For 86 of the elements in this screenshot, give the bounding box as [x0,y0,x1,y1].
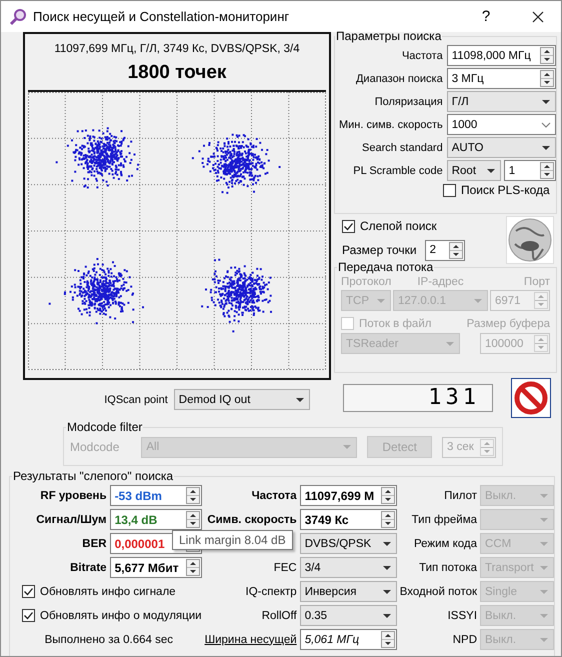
dropdown[interactable]: DVBS/QPSK [300,533,397,554]
dropdown[interactable]: Demod IQ out [174,389,310,410]
spin-box[interactable]: 5,677 Мбит [110,557,202,578]
field-label: Размер точки [342,243,417,258]
field-label: Пилот [443,490,478,502]
spin-box[interactable]: 5,061 МГц [300,629,397,650]
group-title: Параметры поиска [335,29,442,43]
column-label: IP-адрес [417,276,464,288]
field-label: Частота [250,490,297,502]
field-label: Поляризация [374,96,443,108]
spin-box[interactable]: 2 [424,240,465,261]
field-label: Тип фрейма [410,514,478,526]
combo-box[interactable]: 1000 [446,114,556,135]
group-title: Modcode filter [66,420,144,434]
spin-arrows-icon[interactable] [380,510,396,529]
field-label: RF уровень [39,490,107,502]
field-label: Частота [400,50,443,62]
spin-box[interactable]: 3 МГц [446,68,556,89]
checkbox[interactable] [342,220,355,233]
tooltip: Link margin 8.04 dB [172,530,293,550]
field-label: RollOff [260,610,297,622]
field-label: Тип потока [418,562,478,574]
field-label: ISSYI [446,610,478,622]
field-label: Режим кода [412,538,478,550]
checkbox[interactable] [442,184,456,196]
spin-box[interactable]: -53 dBm [110,485,202,506]
field-label: Search standard [361,142,443,154]
constellation-info: 11097,699 МГц, Г/Л, 3749 Кс, DVBS/QPSK, 3/4 [53,42,301,55]
magnifier-icon [10,8,26,25]
close-icon[interactable] [532,10,544,22]
field-label: IQ-спектр [244,586,297,598]
stop-icon [514,381,548,415]
field-value: 13,4 dB [114,512,158,526]
spin-box[interactable]: 11098,000 МГц [446,45,556,66]
spin-box[interactable]: 13,4 dB [110,509,202,530]
counter-display: 131 [343,384,493,412]
spin-arrows-icon[interactable] [538,46,555,65]
field-label: Сигнал/Шум [35,514,107,526]
spin-arrows-icon[interactable] [380,486,396,505]
spin-arrows-icon[interactable] [380,630,396,649]
checkbox-label[interactable]: Поиск PLS-кода [460,183,550,197]
globe-icon [506,216,554,264]
dropdown[interactable]: 3/4 [300,557,397,578]
spin-arrows-icon[interactable] [184,558,201,577]
help-button[interactable]: ? [463,8,509,25]
field-label: IQScan point [104,394,168,406]
column-label: Размер буфера [466,318,550,330]
dropdown[interactable]: 0.35 [300,605,397,626]
window-title: Поиск несущей и Constellation-мониторинг [33,9,290,24]
column-label: Протокол [341,276,391,288]
link[interactable]: Ширина несущей [204,634,297,646]
field-label: NPD [452,634,478,646]
field-label: Bitrate [69,562,107,574]
field-value: -53 dBm [114,488,163,502]
field-value: 5,677 Мбит [114,560,180,574]
spin-arrows-icon[interactable] [538,69,555,88]
spin-arrows-icon[interactable] [184,510,201,529]
dropdown[interactable]: Инверсия [300,581,397,602]
elapsed-text: Выполнено за 0.664 sec [44,634,173,646]
checkbox-label[interactable]: Обновлять инфо сигнале [40,586,176,598]
dropdown[interactable]: AUTO [446,137,556,158]
field-label: FEC [272,562,297,574]
field-label: Modcode [70,440,120,454]
field-label: PL Scramble code [352,164,443,176]
checkbox[interactable] [22,585,35,598]
checkbox[interactable] [22,609,35,622]
group-title: Результаты "слепого" поиска [12,469,174,483]
checkbox-label[interactable]: Слепой поиск [360,219,437,234]
dropdown[interactable]: Г/Л [446,91,556,112]
field-label: BER [81,538,107,550]
dropdown[interactable]: Root [446,160,501,181]
group-title: Передача потока [337,260,434,274]
spin-box[interactable]: 1 [504,160,556,181]
spin-box[interactable]: 11097,699 М [300,485,397,506]
field-label: Мин. симв. скорость [339,118,443,130]
field-label: Симв. скорость [206,514,297,526]
stop-button[interactable] [511,378,551,418]
point-count: 1800 точек [126,62,228,85]
field-label: Входной поток [400,586,478,598]
spin-arrows-icon[interactable] [448,240,464,260]
column-label: Порт [524,276,550,288]
spin-arrows-icon[interactable] [184,486,201,505]
spin-arrows-icon[interactable] [538,161,555,180]
spin-box[interactable]: 3749 Кс [300,509,397,530]
checkbox-label[interactable]: Обновлять инфо о модуляции [40,610,202,622]
field-label: Диапазон поиска [354,72,443,84]
